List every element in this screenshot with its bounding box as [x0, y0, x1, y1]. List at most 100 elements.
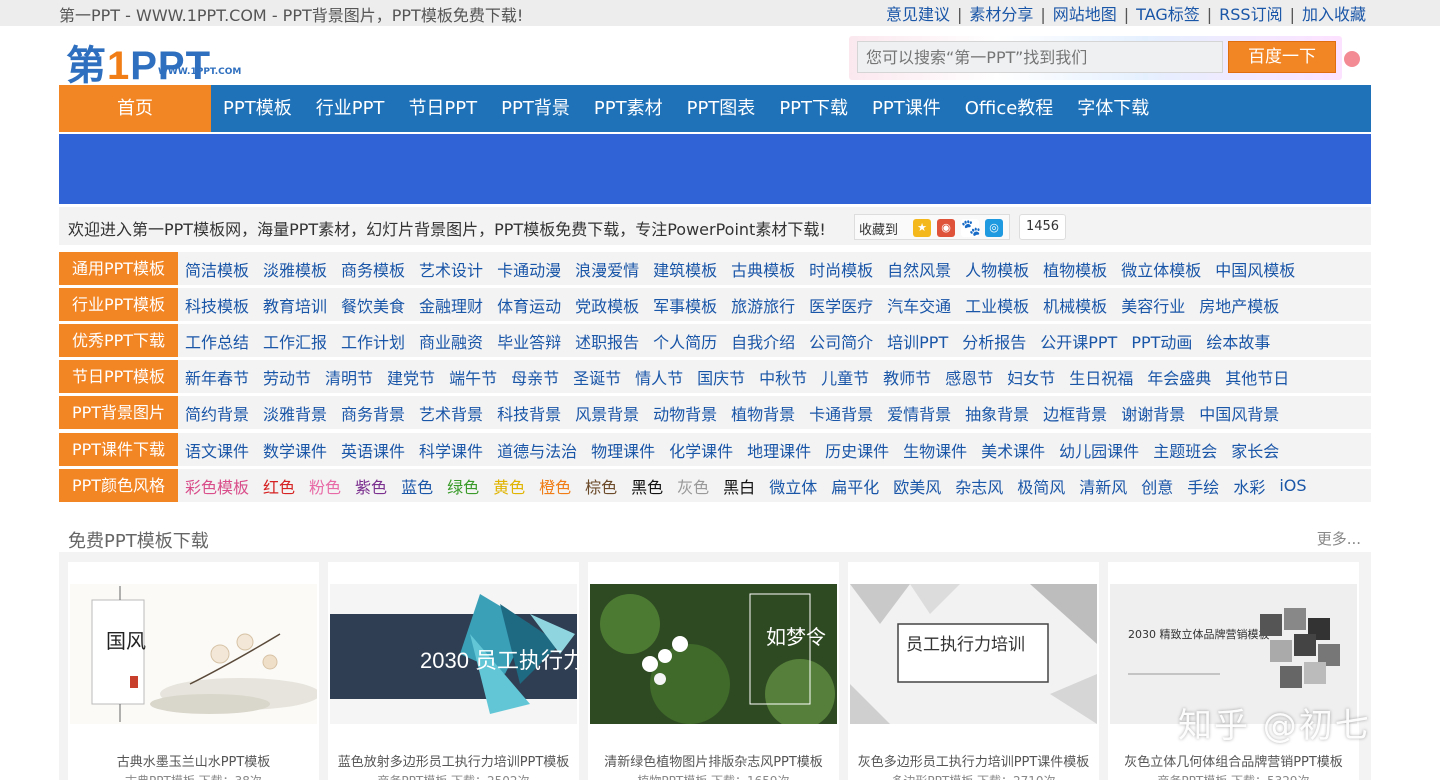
category-link[interactable]: 动物背景 — [653, 401, 717, 425]
category-link[interactable]: 幼儿园课件 — [1059, 438, 1139, 462]
nav-holiday-ppt[interactable]: 节日PPT — [396, 85, 489, 132]
category-link[interactable]: 个人简历 — [653, 329, 717, 353]
banner[interactable] — [59, 134, 1371, 204]
top-link-rss[interactable]: RSS订阅 — [1219, 5, 1282, 24]
category-link[interactable]: 感恩节 — [945, 365, 993, 389]
category-link[interactable]: 商业融资 — [419, 329, 483, 353]
category-link[interactable]: 分析报告 — [962, 329, 1026, 353]
category-link[interactable]: 自我介绍 — [731, 329, 795, 353]
category-link[interactable]: 物理课件 — [591, 438, 655, 462]
category-link[interactable]: 自然风景 — [887, 257, 951, 281]
category-link[interactable]: 抽象背景 — [965, 401, 1029, 425]
category-label[interactable]: 节日PPT模板 — [59, 360, 178, 393]
category-label[interactable]: 通用PPT模板 — [59, 252, 178, 285]
template-card[interactable]: 员工执行力培训 灰色多边形员工执行力培训PPT课件模板 多边形PPT模板 下载：… — [848, 562, 1099, 780]
category-link[interactable]: 粉色 — [309, 474, 341, 498]
template-title[interactable]: 古典水墨玉兰山水PPT模板 — [68, 751, 319, 770]
category-link[interactable]: 手绘 — [1187, 474, 1219, 498]
category-link[interactable]: 工作总结 — [185, 329, 249, 353]
category-link[interactable]: 欧美风 — [893, 474, 941, 498]
share-icon[interactable]: ◎ — [985, 219, 1003, 237]
category-link[interactable]: 时尚模板 — [809, 257, 873, 281]
category-link[interactable]: 微立体 — [769, 474, 817, 498]
template-title[interactable]: 清新绿色植物图片排版杂志风PPT模板 — [588, 751, 839, 770]
template-thumbnail[interactable]: 2030 员工执行力培训 — [330, 584, 577, 724]
category-label[interactable]: PPT课件下载 — [59, 433, 178, 466]
category-link[interactable]: 绘本故事 — [1206, 329, 1270, 353]
nav-ppt-materials[interactable]: PPT素材 — [582, 85, 675, 132]
category-link[interactable]: 建筑模板 — [653, 257, 717, 281]
category-link[interactable]: 毕业答辩 — [497, 329, 561, 353]
category-link[interactable]: 清新风 — [1079, 474, 1127, 498]
category-link[interactable]: 生日祝福 — [1069, 365, 1133, 389]
category-link[interactable]: 教育培训 — [263, 293, 327, 317]
category-link[interactable]: 建党节 — [387, 365, 435, 389]
nav-office-tutorials[interactable]: Office教程 — [953, 85, 1066, 132]
category-link[interactable]: 新年春节 — [185, 365, 249, 389]
category-label[interactable]: PPT背景图片 — [59, 396, 178, 429]
nav-home[interactable]: 首页 — [59, 85, 211, 132]
category-link[interactable]: 英语课件 — [341, 438, 405, 462]
category-link[interactable]: 教师节 — [883, 365, 931, 389]
category-link[interactable]: 美术课件 — [981, 438, 1045, 462]
category-link[interactable]: 风景背景 — [575, 401, 639, 425]
category-link[interactable]: 端午节 — [449, 365, 497, 389]
category-link[interactable]: 家长会 — [1231, 438, 1279, 462]
template-card[interactable]: 国风 古典水墨玉兰山水PPT模板 古典PPT模板 下载：38次 — [68, 562, 319, 780]
category-link[interactable]: 蓝色 — [401, 474, 433, 498]
weibo-icon[interactable]: ◉ — [937, 219, 955, 237]
category-link[interactable]: 公开课PPT — [1040, 329, 1117, 353]
category-link[interactable]: 妇女节 — [1007, 365, 1055, 389]
search-button[interactable]: 百度一下 — [1228, 41, 1336, 73]
category-link[interactable]: 古典模板 — [731, 257, 795, 281]
category-link[interactable]: 扁平化 — [831, 474, 879, 498]
category-link[interactable]: 创意 — [1141, 474, 1173, 498]
category-link[interactable]: 科技背景 — [497, 401, 561, 425]
category-link[interactable]: 黑白 — [723, 474, 755, 498]
top-link-share[interactable]: 素材分享 — [969, 5, 1033, 24]
category-link[interactable]: 主题班会 — [1153, 438, 1217, 462]
qzone-icon[interactable]: ★ — [913, 219, 931, 237]
category-link[interactable]: 工业模板 — [965, 293, 1029, 317]
category-link[interactable]: 浪漫爱情 — [575, 257, 639, 281]
category-link[interactable]: 培训PPT — [887, 329, 948, 353]
top-link-favorite[interactable]: 加入收藏 — [1302, 5, 1366, 24]
category-link[interactable]: 工作计划 — [341, 329, 405, 353]
category-link[interactable]: 淡雅背景 — [263, 401, 327, 425]
category-link[interactable]: 数学课件 — [263, 438, 327, 462]
category-link[interactable]: 年会盛典 — [1147, 365, 1211, 389]
template-title[interactable]: 灰色立体几何体组合品牌营销PPT模板 — [1108, 751, 1359, 770]
nav-ppt-charts[interactable]: PPT图表 — [675, 85, 768, 132]
template-title[interactable]: 蓝色放射多边形员工执行力培训PPT模板 — [328, 751, 579, 770]
category-link[interactable]: 紫色 — [355, 474, 387, 498]
baidu-paw-icon[interactable]: 🐾 — [961, 219, 981, 237]
category-link[interactable]: 儿童节 — [821, 365, 869, 389]
category-link[interactable]: 极简风 — [1017, 474, 1065, 498]
category-link[interactable]: 简约背景 — [185, 401, 249, 425]
nav-ppt-download[interactable]: PPT下载 — [767, 85, 860, 132]
category-link[interactable]: 卡通背景 — [809, 401, 873, 425]
more-link[interactable]: 更多... — [1317, 528, 1361, 549]
category-link[interactable]: 艺术背景 — [419, 401, 483, 425]
category-link[interactable]: 中秋节 — [759, 365, 807, 389]
nav-ppt-templates[interactable]: PPT模板 — [211, 85, 304, 132]
category-link[interactable]: 圣诞节 — [573, 365, 621, 389]
template-card[interactable]: 2030 员工执行力培训 蓝色放射多边形员工执行力培训PPT模板 商务PPT模板… — [328, 562, 579, 780]
category-link[interactable]: 清明节 — [325, 365, 373, 389]
category-link[interactable]: 中国风模板 — [1215, 257, 1295, 281]
category-link[interactable]: 机械模板 — [1043, 293, 1107, 317]
category-link[interactable]: 绿色 — [447, 474, 479, 498]
category-link[interactable]: 劳动节 — [263, 365, 311, 389]
template-thumbnail[interactable]: 员工执行力培训 — [850, 584, 1097, 724]
top-link-sitemap[interactable]: 网站地图 — [1053, 5, 1117, 24]
search-input[interactable] — [857, 41, 1223, 73]
category-link[interactable]: 边框背景 — [1043, 401, 1107, 425]
category-link[interactable]: 科技模板 — [185, 293, 249, 317]
category-link[interactable]: 棕色 — [585, 474, 617, 498]
category-link[interactable]: 微立体模板 — [1121, 257, 1201, 281]
category-link[interactable]: 情人节 — [635, 365, 683, 389]
category-link[interactable]: 餐饮美食 — [341, 293, 405, 317]
category-link[interactable]: 母亲节 — [511, 365, 559, 389]
category-link[interactable]: 述职报告 — [575, 329, 639, 353]
category-label[interactable]: 行业PPT模板 — [59, 288, 178, 321]
